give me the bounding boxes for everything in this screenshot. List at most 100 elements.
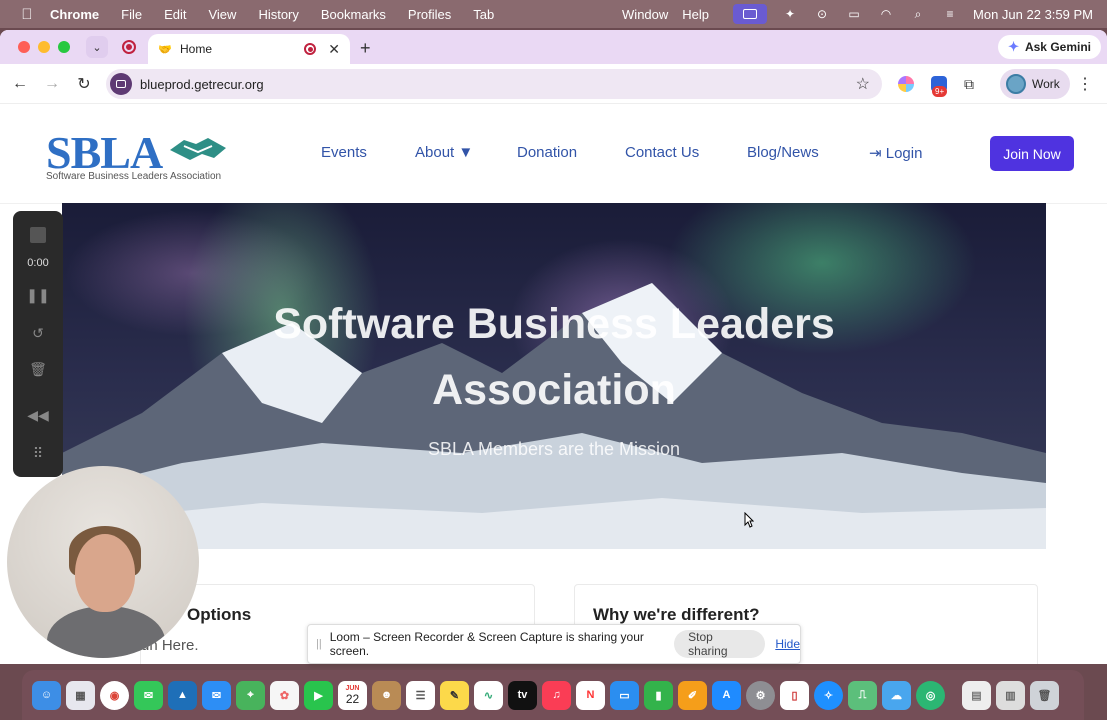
find-my-icon[interactable]: ◎ — [916, 680, 945, 710]
mail-icon[interactable]: ✉ — [202, 680, 231, 710]
site-info-icon[interactable] — [110, 73, 132, 95]
reminders-icon[interactable]: ☰ — [406, 680, 435, 710]
loom-camera-bubble[interactable] — [7, 466, 199, 658]
card-why-title: Why we're different? — [593, 605, 760, 624]
stop-recording-icon[interactable] — [13, 227, 63, 243]
iphone-mirroring-icon[interactable]: ▯ — [780, 680, 809, 710]
loom-control-bar: 0:00 ❚❚ ↺ 🗑 ◀◀ ⠿ — [13, 211, 63, 477]
tab-search-chevron-icon[interactable]: ⌄ — [86, 36, 108, 58]
recording-indicator-icon[interactable] — [122, 40, 136, 54]
trash-bin-icon[interactable]: 🗑 — [1030, 680, 1059, 710]
back-arrow-icon[interactable]: ← — [10, 74, 30, 94]
menu-bookmarks[interactable]: Bookmarks — [321, 7, 386, 22]
menu-file[interactable]: File — [121, 7, 142, 22]
bookmark-star-icon[interactable]: ☆ — [856, 74, 870, 94]
presenter-face — [75, 534, 135, 612]
finder-icon[interactable]: ☺ — [32, 680, 61, 710]
menu-help[interactable]: Help — [682, 7, 709, 22]
maps-icon[interactable]: ⌖ — [236, 680, 265, 710]
numbers-icon[interactable]: ▮ — [644, 680, 673, 710]
hide-link[interactable]: Hide — [775, 637, 800, 651]
apple-icon[interactable]:  — [18, 5, 36, 23]
pause-icon[interactable]: ❚❚ — [13, 287, 63, 304]
menu-window[interactable]: Window — [622, 7, 668, 22]
forward-arrow-icon[interactable]: → — [42, 74, 62, 94]
grip-icon[interactable]: || — [316, 638, 322, 650]
sbla-logo[interactable]: SBLA Software Business Leaders Associati… — [38, 122, 250, 186]
handshake-icon — [170, 138, 226, 160]
drag-handle-icon[interactable]: ⠿ — [13, 445, 63, 462]
url-text[interactable]: blueprod.getrecur.org — [140, 77, 264, 92]
sparkle-icon[interactable]: ✦ — [781, 7, 799, 21]
menubar-status-area: Window Help ✦ ⊙ ▭ ◠ ⌕ ≡ Mon Jun 22 3:59 … — [622, 0, 1093, 28]
play-circle-icon[interactable]: ⊙ — [813, 7, 831, 21]
extension-color-icon[interactable] — [895, 73, 917, 95]
nav-events[interactable]: Events — [321, 144, 367, 161]
wifi-icon[interactable]: ◠ — [877, 7, 895, 21]
menubar-clock[interactable]: Mon Jun 22 3:59 PM — [973, 7, 1093, 22]
safari-icon[interactable]: ✧ — [814, 680, 843, 710]
menu-profiles[interactable]: Profiles — [408, 7, 451, 22]
tab-home[interactable]: 🤝 Home ✕ — [148, 34, 350, 64]
new-tab-icon[interactable]: + — [360, 38, 371, 59]
extension-badge: 9+ — [932, 86, 948, 97]
profile-button[interactable]: Work — [1000, 69, 1070, 99]
screen-recording-icon[interactable] — [733, 4, 768, 24]
ask-gemini-button[interactable]: ✦ Ask Gemini — [998, 35, 1101, 59]
menu-edit[interactable]: Edit — [164, 7, 186, 22]
nav-about[interactable]: About ▼ — [415, 144, 473, 161]
downloads-icon[interactable]: ▥ — [996, 680, 1025, 710]
app-icon[interactable]: ▲ — [168, 680, 197, 710]
search-icon[interactable]: ⌕ — [909, 7, 927, 21]
calendar-icon[interactable]: JUN 22 — [338, 680, 367, 710]
tv-icon[interactable]: tv — [508, 680, 537, 710]
menu-app-chrome[interactable]: Chrome — [50, 7, 99, 22]
nav-login[interactable]: ⇥ Login — [869, 144, 922, 162]
chrome-menu-icon[interactable]: ⋮ — [1077, 74, 1093, 94]
close-tab-icon[interactable]: ✕ — [328, 41, 340, 58]
nav-login-label: Login — [885, 145, 923, 162]
reload-icon[interactable]: ↻ — [74, 74, 94, 94]
pages-icon[interactable]: ✐ — [678, 680, 707, 710]
nav-blog-news[interactable]: Blog/News — [747, 144, 819, 161]
minimize-window-button[interactable] — [38, 41, 50, 53]
contacts-icon[interactable]: ☻ — [372, 680, 401, 710]
extensions-puzzle-icon[interactable]: ⧉ — [958, 73, 980, 95]
menu-tab[interactable]: Tab — [473, 7, 494, 22]
address-bar[interactable]: blueprod.getrecur.org ☆ — [106, 69, 882, 99]
app-store-icon[interactable]: A — [712, 680, 741, 710]
close-window-button[interactable] — [18, 41, 30, 53]
keynote-icon[interactable]: ▭ — [610, 680, 639, 710]
stop-sharing-button[interactable]: Stop sharing — [674, 630, 766, 658]
chrome-icon[interactable]: ◉ — [100, 680, 129, 710]
menu-view[interactable]: View — [208, 7, 236, 22]
news-icon[interactable]: N — [576, 680, 605, 710]
battery-icon[interactable]: ▭ — [845, 7, 863, 21]
document-icon[interactable]: ▤ — [962, 680, 991, 710]
photos-icon[interactable]: ✿ — [270, 680, 299, 710]
gemini-sparkle-icon: ✦ — [1008, 39, 1019, 54]
nav-donation[interactable]: Donation — [517, 144, 577, 161]
hero-subtitle: SBLA Members are the Mission — [427, 439, 681, 459]
facetime-icon[interactable]: ▶ — [304, 680, 333, 710]
control-center-icon[interactable]: ≡ — [941, 7, 959, 21]
logo-tagline: Software Business Leaders Association — [46, 171, 222, 182]
macos-menubar:  Chrome File Edit View History Bookmark… — [0, 0, 1107, 28]
card-options-title: Options — [187, 605, 252, 624]
launchpad-icon[interactable]: ▦ — [66, 680, 95, 710]
trash-icon[interactable]: 🗑 — [13, 361, 63, 378]
messages-icon[interactable]: ✉ — [134, 680, 163, 710]
notes-icon[interactable]: ✎ — [440, 680, 469, 710]
nav-contact-us[interactable]: Contact Us — [625, 144, 699, 161]
restart-icon[interactable]: ↺ — [13, 325, 63, 342]
utility-icon[interactable]: ⎍ — [848, 680, 877, 710]
zoom-window-button[interactable] — [58, 41, 70, 53]
weather-icon[interactable]: ☁ — [882, 680, 911, 710]
menu-history[interactable]: History — [258, 7, 298, 22]
music-icon[interactable]: ♫ — [542, 680, 571, 710]
rewind-icon[interactable]: ◀◀ — [13, 407, 63, 424]
join-now-button[interactable]: Join Now — [990, 136, 1074, 171]
freeform-icon[interactable]: ∿ — [474, 680, 503, 710]
tab-strip: ⌄ 🤝 Home ✕ + ✦ Ask Gemini — [0, 30, 1107, 64]
system-settings-icon[interactable]: ⚙ — [746, 680, 775, 710]
